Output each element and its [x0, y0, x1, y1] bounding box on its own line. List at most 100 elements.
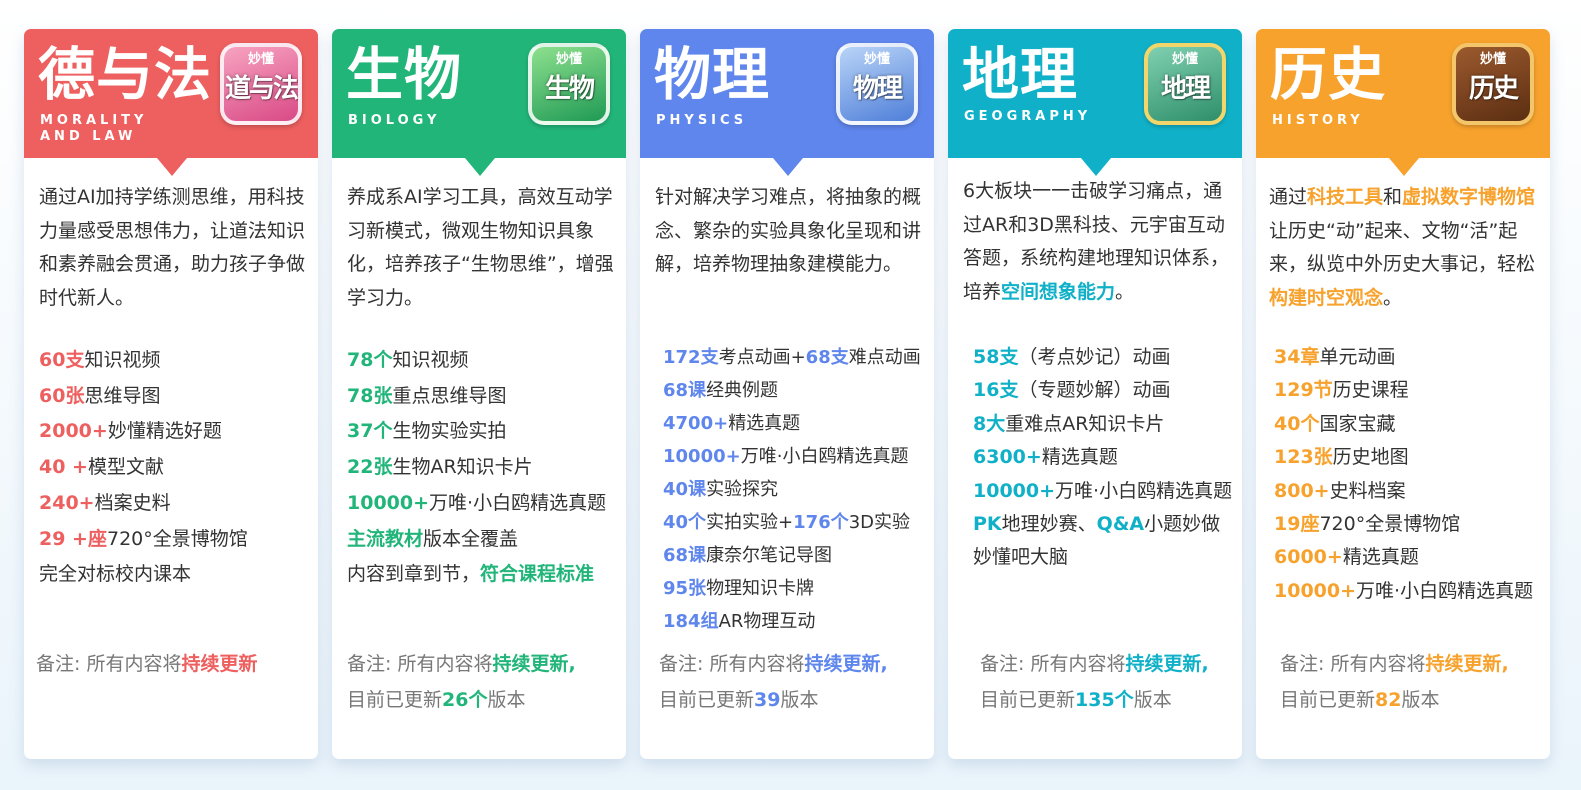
card-history: 历史 HISTORY 妙懂 历史 通过科技工具和虚拟数字博物馆让历史“动”起来、…: [1256, 29, 1550, 759]
feature-item: 40个实拍实验+176个3D实验: [663, 506, 943, 539]
feature-item: 40个国家宝藏: [1274, 408, 1554, 441]
brand-logo-text: 妙懂: [247, 52, 274, 67]
text-segment: 难点动画: [848, 347, 921, 368]
text-segment: 备注: 所有内容将: [347, 653, 493, 675]
update-note: 备注: 所有内容将持续更新, 目前已更新39版本: [659, 646, 934, 718]
feature-item: 10000+万唯·小白鸥精选真题: [347, 486, 627, 522]
feature-item: 78张重点思维导图: [347, 379, 627, 415]
highlight-text: 68支: [805, 347, 849, 368]
update-note: 备注: 所有内容将持续更新: [36, 646, 311, 682]
feature-item: 800+史料档案: [1274, 475, 1554, 508]
highlight-text: 82: [1375, 689, 1402, 711]
feature-item: 34章单元动画: [1274, 341, 1554, 374]
text-segment: 万唯·小白鸥精选真题: [429, 491, 607, 514]
highlight-text: 10000+: [973, 479, 1056, 502]
highlight-text: 184组: [663, 611, 719, 632]
text-segment: 目前已更新: [659, 689, 755, 711]
highlight-text: 240+: [39, 491, 95, 514]
subject-title: 生物: [346, 42, 462, 108]
highlight-text: 40个: [1274, 412, 1320, 435]
text-segment: 让历史“动”起来、文物“活”起来，纵览中外历史大事记，轻松: [1269, 219, 1536, 276]
feature-item: 123张历史地图: [1274, 441, 1554, 474]
highlight-text: 39: [754, 689, 781, 711]
card-physics: 物理 PHYSICS 妙懂 物理 针对解决学习难点，将抽象的概念、繁杂的实验具象…: [640, 29, 934, 759]
badge-subject-text: 生物: [544, 74, 595, 104]
brand-logo-text: 妙懂: [863, 52, 890, 67]
text-segment: 实拍实验+: [706, 512, 794, 533]
text-segment: 历史地图: [1332, 446, 1409, 469]
subject-app-icon: 妙懂 地理: [1144, 43, 1226, 125]
feature-item: 240+档案史料: [39, 486, 319, 522]
text-segment: 模型文献: [87, 456, 164, 479]
feature-item: 22张生物AR知识卡片: [347, 450, 627, 486]
highlight-text: 10000+: [663, 446, 741, 467]
text-segment: （考点妙记）动画: [1018, 346, 1171, 368]
text-segment: 小题妙做: [1144, 513, 1221, 536]
highlight-text: 构建时空观念: [1269, 286, 1384, 309]
text-segment: 历史课程: [1332, 379, 1409, 402]
highlight-text: 主流教材: [347, 527, 424, 550]
highlight-text: 40个: [663, 512, 707, 533]
text-segment: 康奈尔笔记导图: [706, 545, 833, 566]
text-segment: 版本全覆盖: [423, 527, 519, 550]
highlight-text: 123张: [1274, 446, 1333, 469]
feature-item: 内容到章到节，符合课程标准: [347, 557, 627, 593]
subject-description: 养成系AI学习工具，高效互动学习新模式，微观生物知识具象化，培养孩子“生物思维”…: [347, 181, 615, 315]
text-segment: 重难点AR知识卡片: [1005, 412, 1165, 435]
text-segment: 万唯·小白鸥精选真题: [1055, 479, 1233, 502]
feature-list: 34章单元动画 129节历史课程 40个国家宝藏 123张历史地图 800+史料档案 19…: [1274, 341, 1554, 608]
text-segment: 备注: 所有内容将: [1280, 653, 1426, 675]
text-segment: 720°全景博物馆: [1319, 513, 1461, 536]
feature-list: 78个知识视频 78张重点思维导图 37个生物实验实拍 22张生物AR知识卡片 1000…: [347, 343, 627, 593]
text-segment: 知识视频: [84, 349, 161, 371]
feature-item: 68课经典例题: [663, 374, 943, 407]
feature-item: 40 +模型文献: [39, 450, 319, 486]
text-segment: 国家宝藏: [1319, 412, 1396, 435]
text-segment: AR物理互动: [718, 611, 816, 632]
subject-description: 通过科技工具和虚拟数字博物馆让历史“动”起来、文物“活”起来，纵览中外历史大事记…: [1269, 181, 1541, 315]
feature-item: 19座720°全景博物馆: [1274, 508, 1554, 541]
feature-item: 40课实验探究: [663, 473, 943, 506]
text-segment: 实验探究: [706, 479, 779, 500]
subject-app-icon: 妙懂 生物: [528, 43, 610, 125]
badge-subject-text: 道与法: [224, 74, 298, 104]
feature-item: 78个知识视频: [347, 343, 627, 379]
text-segment: 史料档案: [1329, 479, 1406, 502]
subject-title: 历史: [1270, 42, 1386, 108]
text-segment: 3D实验: [848, 512, 911, 533]
badge-subject-text: 地理: [1160, 74, 1211, 104]
badge-subject-text: 历史: [1468, 74, 1519, 104]
feature-item: PK地理妙赛、Q&A小题妙做: [973, 508, 1253, 541]
subject-title: 德与法: [38, 42, 212, 108]
highlight-text: 科技工具: [1307, 186, 1384, 208]
subject-english-name: PHYSICS: [656, 113, 748, 128]
highlight-text: 6300+: [973, 446, 1042, 469]
highlight-text: 持续更新,: [492, 653, 576, 675]
highlight-text: 持续更新,: [1125, 653, 1209, 675]
text-segment: 精选真题: [1041, 446, 1118, 469]
text-segment: （专题妙解）动画: [1018, 379, 1171, 402]
text-segment: 万唯·小白鸥精选真题: [740, 446, 909, 467]
text-segment: 档案史料: [94, 491, 171, 514]
text-segment: 和: [1383, 186, 1403, 208]
feature-item: 129节历史课程: [1274, 374, 1554, 407]
text-segment: 版本: [1133, 689, 1172, 711]
text-segment: 重点思维导图: [392, 384, 507, 407]
text-segment: 生物实验实拍: [392, 420, 507, 443]
feature-item: 16支（专题妙解）动画: [973, 374, 1253, 407]
brand-logo-text: 妙懂: [1479, 52, 1506, 67]
text-segment: 目前已更新: [347, 689, 443, 711]
text-segment: 通过AI加持学练测思维，用科技力量感受思想伟力，让道法知识和素养融会贯通，助力孩…: [39, 186, 306, 309]
text-segment: 通过: [1269, 186, 1308, 208]
subject-app-icon: 妙懂 道与法: [220, 43, 302, 125]
feature-item: 172支考点动画+68支难点动画: [663, 341, 943, 374]
subject-english-name: HISTORY: [1272, 113, 1364, 128]
card-header: 历史 HISTORY 妙懂 历史: [1256, 29, 1550, 176]
feature-item: 4700+精选真题: [663, 407, 943, 440]
feature-item: 60支知识视频: [39, 343, 319, 379]
subject-cards-panel: 德与法 MORALITY AND LAW 妙懂 道与法 通过AI加持学练测思维，…: [0, 0, 1581, 790]
text-segment: 版本: [1401, 689, 1440, 711]
highlight-text: 29 +座: [39, 527, 107, 550]
feature-item: 6000+精选真题: [1274, 541, 1554, 574]
subject-description: 6大板块一一击破学习痛点，通过AR和3D黑科技、元宇宙互动答题，系统构建地理知识…: [963, 175, 1231, 309]
